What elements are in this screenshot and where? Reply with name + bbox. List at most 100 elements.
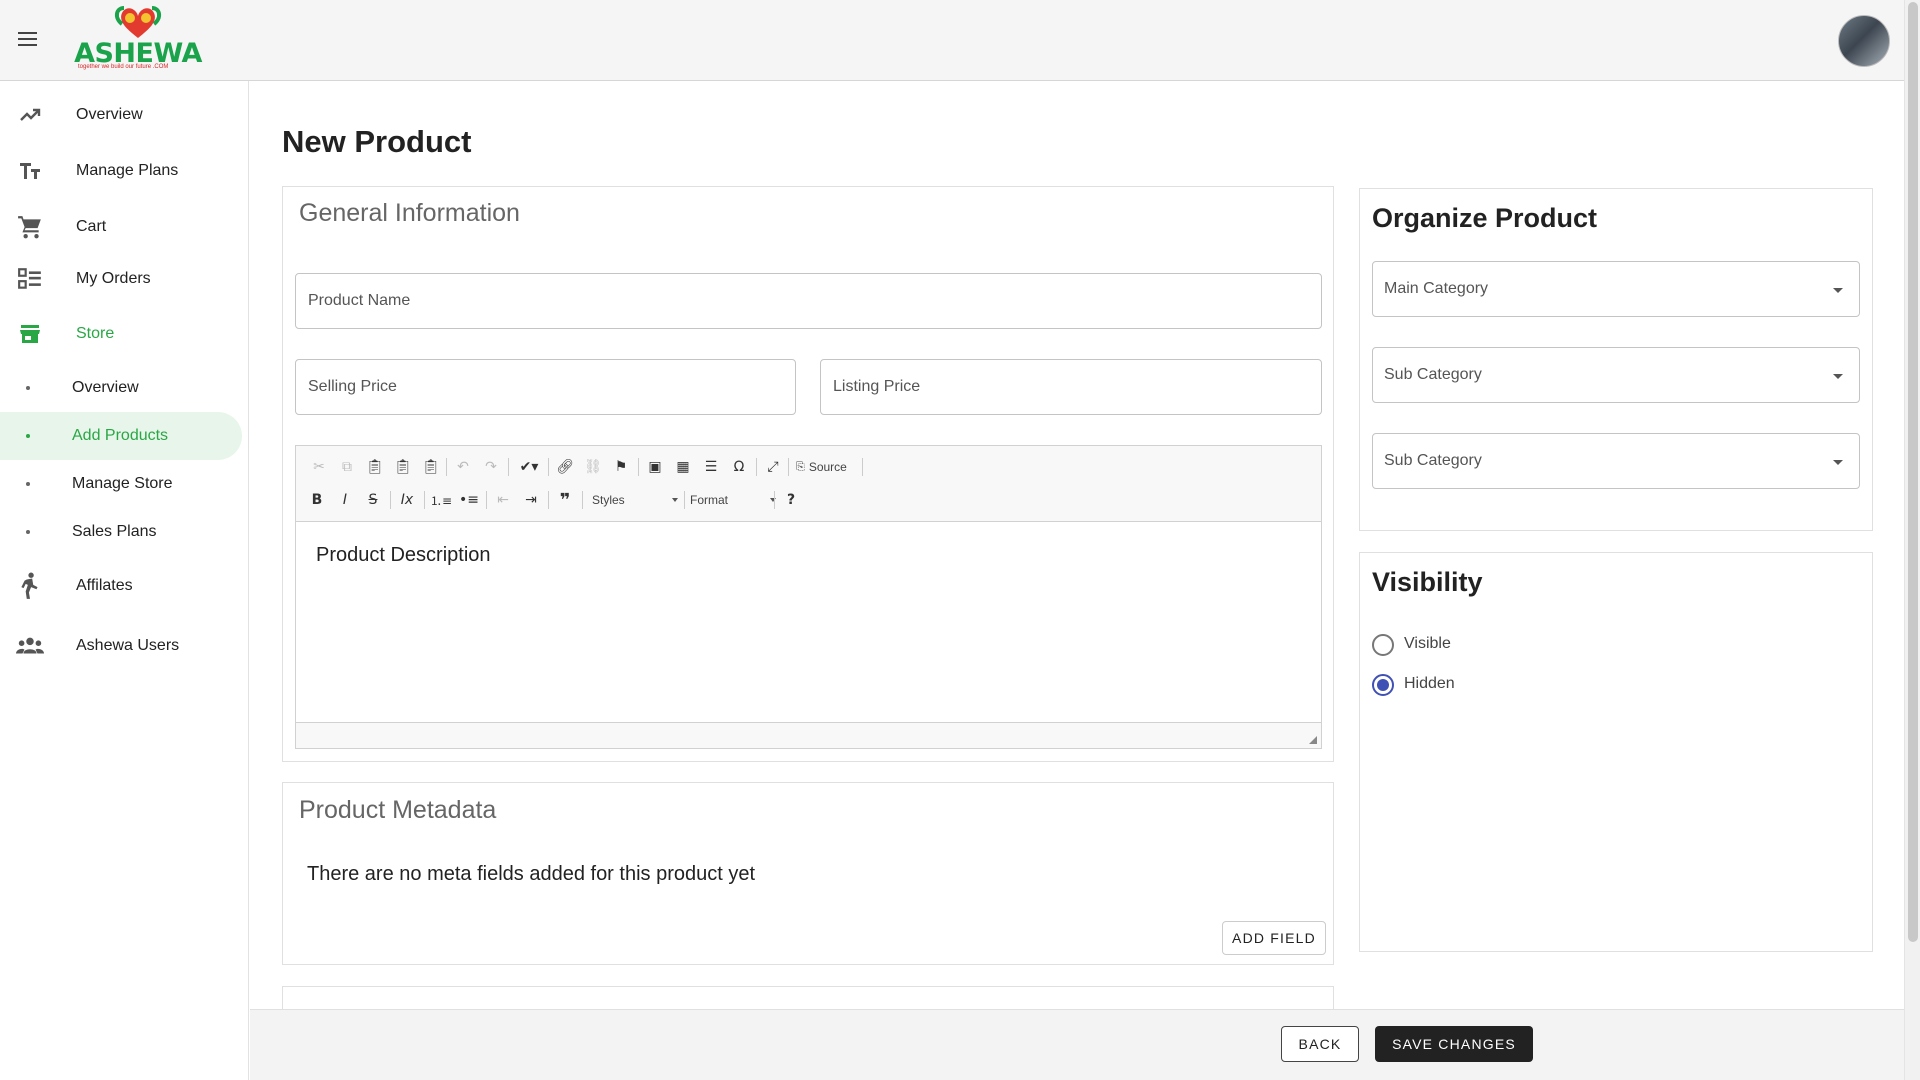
sidebar-subitem-label: Add Products: [72, 427, 169, 444]
paste-word-icon[interactable]: 📋︎: [420, 456, 442, 478]
paste-icon[interactable]: 📋︎: [364, 456, 386, 478]
avatar[interactable]: [1838, 15, 1890, 67]
sidebar-item-ashewa-users[interactable]: Ashewa Users: [0, 622, 242, 670]
italic-icon[interactable]: I: [334, 489, 356, 511]
toolbar-separator: [684, 491, 685, 509]
table-icon[interactable]: ▦: [672, 456, 694, 478]
people-icon: [16, 632, 44, 660]
resize-handle-icon[interactable]: [1309, 736, 1317, 744]
metadata-empty-text: There are no meta fields added for this …: [307, 863, 756, 885]
format-dropdown[interactable]: Format: [690, 489, 778, 511]
visible-radio[interactable]: [1372, 634, 1394, 656]
sub-category-select[interactable]: Sub Category: [1372, 347, 1860, 403]
outdent-icon[interactable]: ⇤: [492, 489, 514, 511]
source-icon: ⎘: [796, 460, 805, 473]
product-name-field[interactable]: [295, 273, 1322, 329]
runner-icon: [16, 572, 44, 600]
sidebar-subitem-sales-plans[interactable]: Sales Plans: [0, 508, 242, 556]
save-changes-button[interactable]: SAVE CHANGES: [1375, 1026, 1533, 1062]
help-icon[interactable]: ?: [780, 489, 802, 511]
sidebar-item-label: Overview: [76, 106, 143, 123]
product-metadata-title: Product Metadata: [299, 796, 497, 824]
sidebar-item-label: Affilates: [76, 577, 133, 594]
toolbar-separator: [774, 491, 775, 509]
toolbar-separator: [862, 458, 863, 476]
sidebar-item-cart[interactable]: Cart: [0, 203, 242, 251]
bulleted-list-icon[interactable]: •≡: [458, 489, 480, 511]
sidebar-subitem-overview[interactable]: Overview: [0, 364, 242, 412]
sidebar-item-label: Ashewa Users: [76, 637, 180, 654]
sidebar-item-my-orders[interactable]: My Orders: [0, 255, 242, 303]
listing-price-field[interactable]: [820, 359, 1322, 415]
sidebar-subitem-label: Overview: [72, 379, 139, 396]
chevron-down-icon: [1833, 374, 1843, 379]
visible-radio-label[interactable]: Visible: [1404, 635, 1451, 653]
listing-price-input[interactable]: [821, 360, 1321, 414]
text-format-icon: [16, 157, 44, 185]
maximize-icon[interactable]: ⤢: [762, 456, 784, 478]
image-icon[interactable]: ▣: [644, 456, 666, 478]
sidebar-item-store[interactable]: Store: [0, 310, 242, 358]
paste-text-icon[interactable]: 📋︎: [392, 456, 414, 478]
redo-icon[interactable]: ↷: [480, 456, 502, 478]
toolbar-separator: [756, 458, 757, 476]
store-icon: [16, 320, 44, 348]
action-bar: [250, 1009, 1904, 1080]
scrollbar-thumb[interactable]: [1908, 2, 1918, 942]
copy-icon[interactable]: ⧉: [336, 456, 358, 478]
main-category-label: Main Category: [1384, 280, 1489, 297]
numbered-list-icon[interactable]: ⒈≡: [430, 489, 452, 511]
chevron-down-icon: [1833, 288, 1843, 293]
sub-category-select-2[interactable]: Sub Category: [1372, 433, 1860, 489]
chevron-down-icon: [770, 498, 776, 502]
toolbar-separator: [486, 491, 487, 509]
cart-icon: [16, 213, 44, 241]
styles-dropdown[interactable]: Styles: [592, 489, 680, 511]
hidden-radio[interactable]: [1372, 674, 1394, 696]
special-char-icon[interactable]: Ω: [728, 456, 750, 478]
trending-up-icon: [16, 101, 44, 129]
horizontal-line-icon[interactable]: ☰: [700, 456, 722, 478]
indent-icon[interactable]: ⇥: [520, 489, 542, 511]
main-category-select[interactable]: Main Category: [1372, 261, 1860, 317]
sidebar: Overview Manage Plans Cart My Orders Sto…: [0, 81, 249, 1080]
hidden-radio-label[interactable]: Hidden: [1404, 675, 1455, 693]
cut-icon[interactable]: ✂: [308, 456, 330, 478]
page-scrollbar[interactable]: [1904, 0, 1920, 1080]
link-icon[interactable]: 🔗︎: [554, 456, 576, 478]
anchor-flag-icon[interactable]: ⚑: [610, 456, 632, 478]
sidebar-subitem-label: Manage Store: [72, 475, 173, 492]
remove-format-icon[interactable]: Ix: [396, 489, 418, 511]
spellcheck-icon[interactable]: ✔▾: [514, 456, 544, 478]
editor-statusbar: [296, 722, 1321, 748]
source-button[interactable]: ⎘ Source: [796, 456, 860, 478]
styles-label: Styles: [592, 493, 625, 507]
undo-icon[interactable]: ↶: [452, 456, 474, 478]
sidebar-item-overview[interactable]: Overview: [0, 91, 242, 139]
toolbar-separator: [548, 458, 549, 476]
ashewa-logo[interactable]: ASHEWA together we build our future .COM: [74, 4, 202, 74]
bold-icon[interactable]: B: [306, 489, 328, 511]
sidebar-subitem-add-products[interactable]: Add Products: [0, 412, 242, 460]
menu-icon[interactable]: [14, 28, 42, 52]
sidebar-item-label: My Orders: [76, 270, 151, 287]
format-label: Format: [690, 493, 729, 507]
sub-category-label: Sub Category: [1384, 366, 1482, 383]
selling-price-field[interactable]: [295, 359, 796, 415]
sidebar-item-affilates[interactable]: Affilates: [0, 562, 242, 610]
back-button[interactable]: BACK: [1281, 1026, 1359, 1062]
unlink-icon[interactable]: ⛓: [582, 456, 604, 478]
description-textarea[interactable]: Product Description: [296, 522, 1321, 722]
bullet-icon: [26, 434, 30, 438]
selling-price-input[interactable]: [296, 360, 795, 414]
sidebar-item-manage-plans[interactable]: Manage Plans: [0, 147, 242, 195]
product-name-input[interactable]: [296, 274, 1321, 328]
visibility-title: Visibility: [1372, 567, 1483, 597]
strikethrough-icon[interactable]: S: [362, 489, 384, 511]
add-field-button[interactable]: ADD FIELD: [1222, 921, 1326, 955]
checklist-icon: [16, 265, 44, 293]
editor-toolbar: ✂ ⧉ 📋︎ 📋︎ 📋︎ ↶ ↷ ✔▾ 🔗︎ ⛓ ⚑ ▣ ▦ ☰ Ω ⤢ ⎘ S…: [296, 446, 1321, 522]
blockquote-icon[interactable]: ❞: [554, 489, 576, 511]
organize-product-title: Organize Product: [1372, 203, 1598, 233]
sidebar-subitem-manage-store[interactable]: Manage Store: [0, 460, 242, 508]
